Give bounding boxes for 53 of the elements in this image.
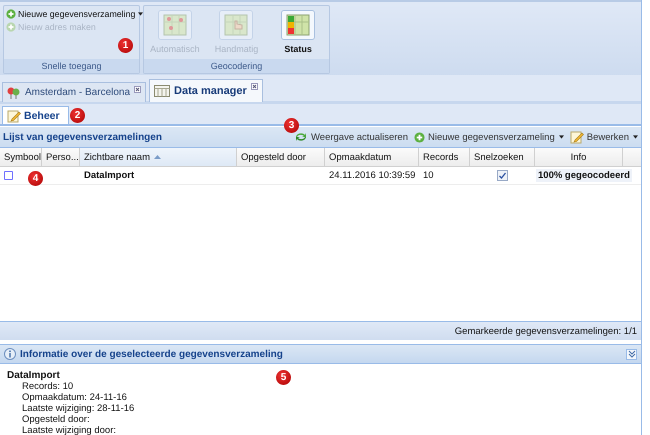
column-header[interactable]: Zichtbare naam — [80, 148, 237, 166]
group-title: Geocodering — [144, 59, 329, 73]
toolbar-button[interactable]: Weergave actualiseren — [294, 130, 408, 144]
table-cell: 24.11.2016 10:39:59 — [329, 170, 416, 181]
refresh-icon — [294, 131, 308, 143]
column-header[interactable]: Records — [419, 148, 470, 166]
map-icon — [224, 13, 248, 37]
table-cell: DataImport — [84, 170, 134, 181]
close-icon[interactable] — [134, 86, 142, 93]
status-text: Gemarkeerde gegevensverzamelingen: 1/1 — [454, 326, 637, 336]
checkbox[interactable] — [497, 170, 508, 181]
panel-title: Lijst van gegevensverzamelingen — [3, 132, 162, 142]
number-badge: 4 — [28, 171, 43, 186]
collapse-button[interactable] — [626, 348, 637, 360]
number-badge: 1 — [118, 38, 133, 53]
map-icon — [286, 13, 310, 37]
column-header[interactable]: Opmaakdatum — [325, 148, 419, 166]
number-badge: 3 — [284, 118, 299, 133]
toolbar-button[interactable]: Bewerken — [570, 130, 638, 144]
tab[interactable]: Beheer — [2, 106, 69, 124]
table-cell: 10 — [423, 170, 434, 181]
info-icon — [4, 348, 16, 360]
document-tab[interactable]: Data manager — [149, 79, 263, 102]
column-header[interactable]: Info — [535, 148, 623, 166]
detail-line: Opgesteld door: — [21, 414, 91, 425]
pin-icon — [7, 86, 21, 100]
pencil-icon — [570, 130, 584, 144]
group-title: Snelle toegang — [4, 59, 139, 73]
detail-line: Records: 10 — [21, 381, 74, 392]
detail-line: Opmaakdatum: 24-11-16 — [21, 392, 128, 403]
number-badge: 5 — [276, 370, 291, 385]
add-icon — [6, 9, 16, 19]
sort-ascending-icon — [154, 155, 162, 159]
document-tab[interactable]: Amsterdam - Barcelona — [2, 82, 146, 102]
detail-line: Laatste wijziging door: — [21, 425, 117, 435]
panel-title: Informatie over de geselecteerde gegevensverzameling — [20, 348, 283, 360]
ribbon-button[interactable]: Nieuwe gegevensverzameling — [6, 9, 137, 19]
pencil-icon — [7, 108, 21, 122]
add-icon — [414, 132, 425, 142]
column-header[interactable]: Opgesteld door — [237, 148, 325, 166]
close-icon[interactable] — [250, 83, 258, 90]
column-header[interactable]: Symbool — [0, 148, 42, 166]
table-cell: 100% gegeocodeerd — [536, 169, 632, 182]
add-icon — [6, 22, 16, 32]
number-badge: 2 — [70, 108, 85, 123]
ribbon-button[interactable]: Status — [271, 10, 326, 54]
detail-line: Laatste wijziging: 28-11-16 — [21, 403, 136, 414]
dataset-name: DataImport — [7, 370, 60, 381]
column-header[interactable]: Snelzoeken — [470, 148, 535, 166]
toolbar-button[interactable]: Nieuwe gegevensverzameling — [414, 130, 564, 144]
map-icon — [162, 13, 187, 37]
table-icon — [154, 85, 170, 97]
square-symbol — [4, 171, 13, 180]
